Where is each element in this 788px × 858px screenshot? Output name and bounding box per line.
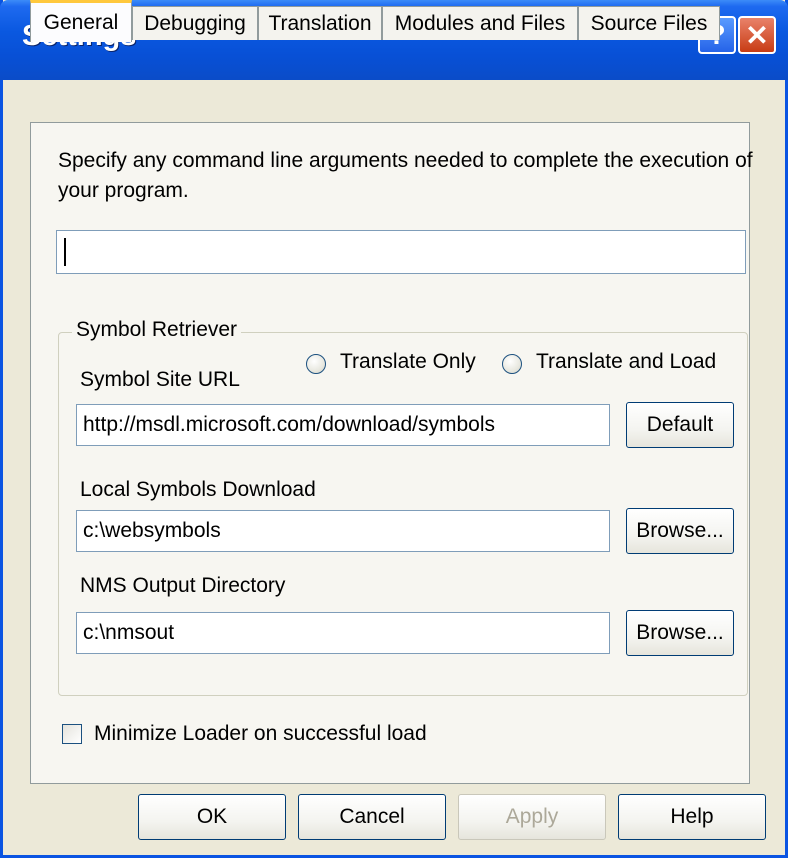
tab-general[interactable]: General xyxy=(30,0,132,42)
close-icon: ✕ xyxy=(745,19,769,51)
nms-output-label: NMS Output Directory xyxy=(80,574,286,597)
tab-debugging[interactable]: Debugging xyxy=(132,6,258,40)
translate-only-label[interactable]: Translate Only xyxy=(340,350,476,374)
symbol-site-url-input[interactable]: http://msdl.microsoft.com/download/symbo… xyxy=(76,404,610,446)
arguments-input[interactable] xyxy=(56,230,746,274)
ok-button[interactable]: OK xyxy=(138,794,286,840)
minimize-loader-checkbox[interactable] xyxy=(62,724,82,744)
translate-and-load-radio[interactable] xyxy=(502,354,522,374)
translate-and-load-label[interactable]: Translate and Load xyxy=(536,350,716,374)
browse-nms-output-button[interactable]: Browse... xyxy=(626,610,734,656)
browse-local-symbols-button[interactable]: Browse... xyxy=(626,508,734,554)
local-symbols-label: Local Symbols Download xyxy=(80,478,316,501)
general-description: Specify any command line arguments neede… xyxy=(58,149,753,202)
text-caret xyxy=(64,238,66,266)
symbol-site-url-label: Symbol Site URL xyxy=(80,368,240,391)
cancel-button[interactable]: Cancel xyxy=(298,794,446,840)
default-button[interactable]: Default xyxy=(626,402,734,448)
help-button[interactable]: Help xyxy=(618,794,766,840)
minimize-loader-label[interactable]: Minimize Loader on successful load xyxy=(94,722,427,746)
tab-source-files[interactable]: Source Files xyxy=(578,6,720,40)
symbol-retriever-label: Symbol Retriever xyxy=(72,318,242,342)
tab-translation[interactable]: Translation xyxy=(258,6,382,40)
nms-output-input[interactable]: c:\nmsout xyxy=(76,612,610,654)
translate-only-radio[interactable] xyxy=(306,354,326,374)
close-button[interactable]: ✕ xyxy=(738,16,776,54)
apply-button[interactable]: Apply xyxy=(458,794,606,840)
tab-modules-and-files[interactable]: Modules and Files xyxy=(382,6,578,40)
local-symbols-input[interactable]: c:\websymbols xyxy=(76,510,610,552)
